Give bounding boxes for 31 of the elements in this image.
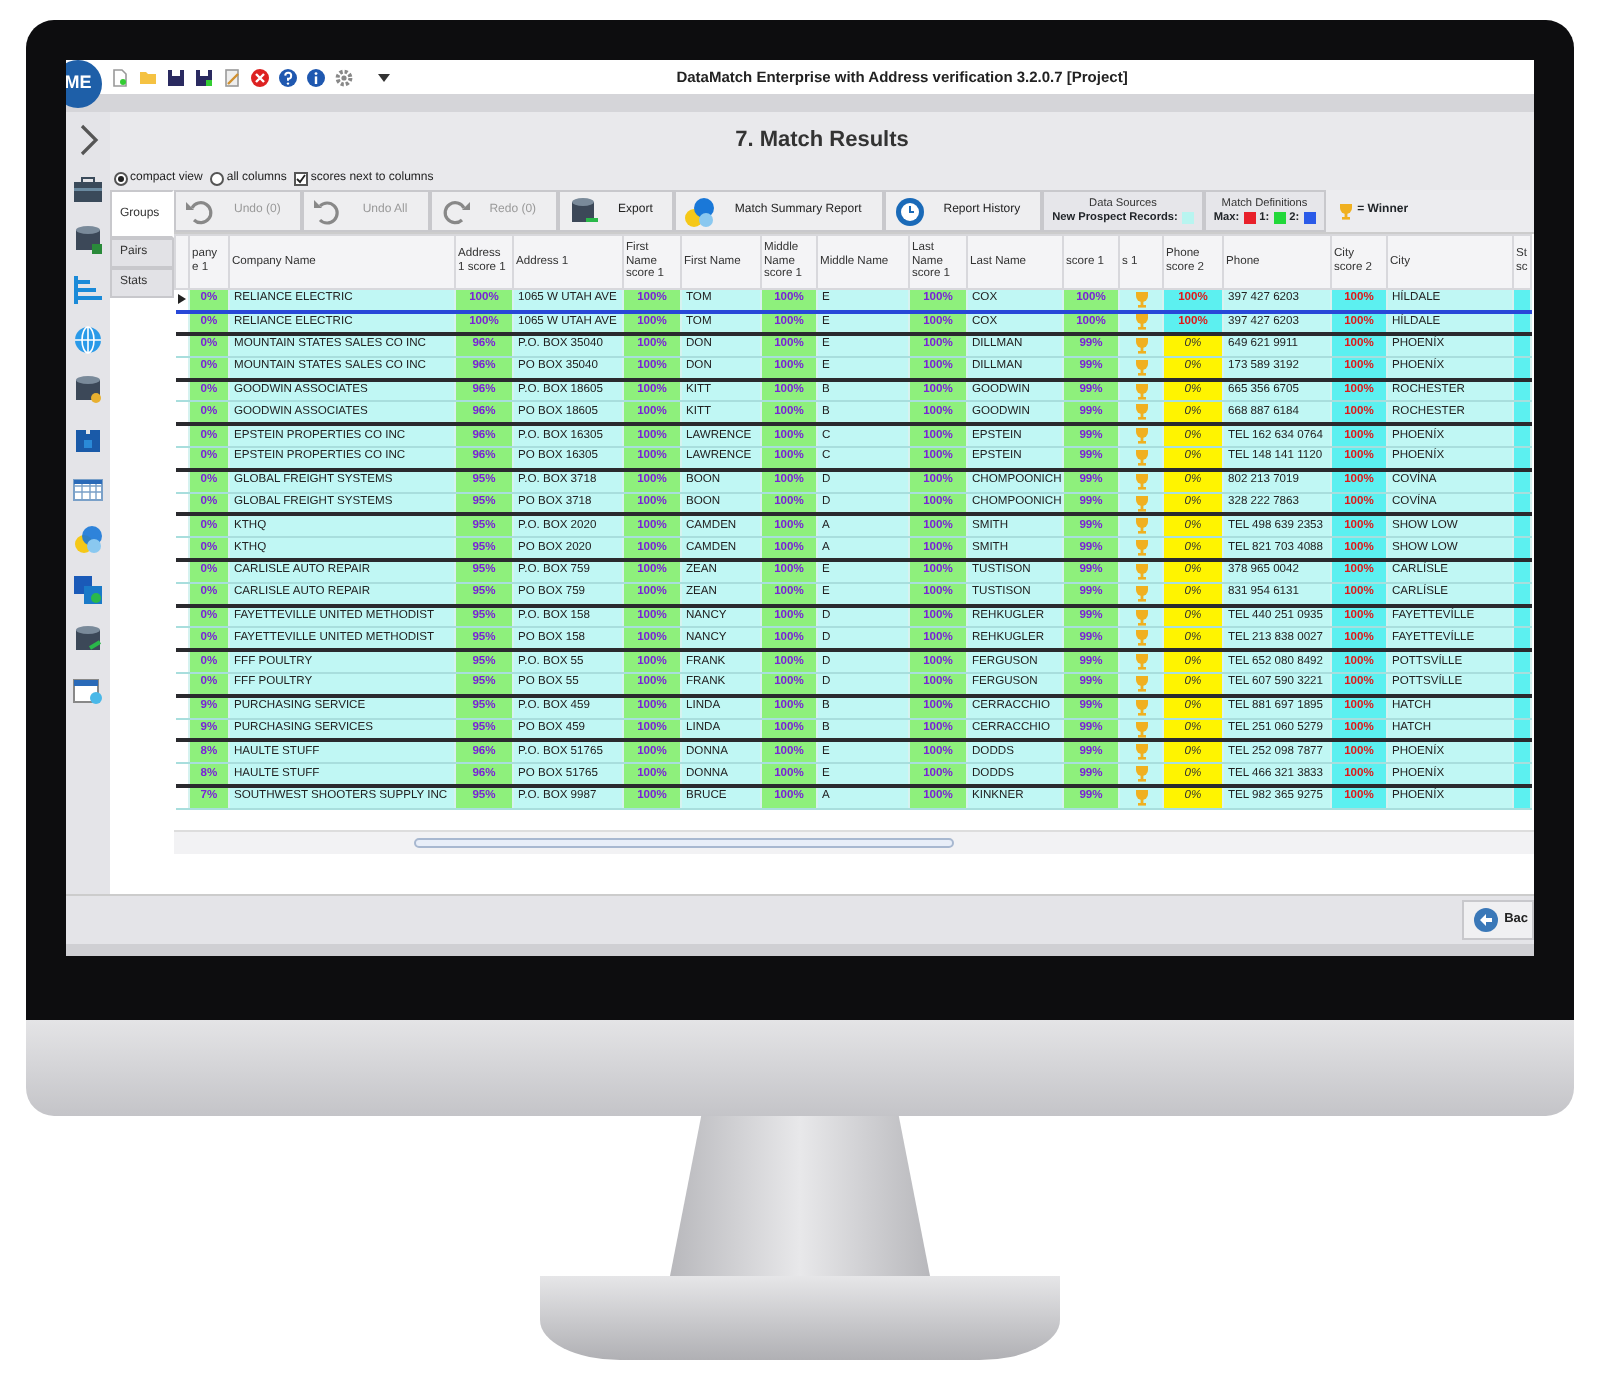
briefcase-icon[interactable] — [72, 174, 104, 206]
undo-icon — [184, 195, 216, 227]
save-icon[interactable] — [166, 67, 186, 87]
chevron-right-icon[interactable] — [76, 124, 100, 156]
app-logo: ME — [66, 60, 102, 107]
edit-icon[interactable] — [222, 67, 242, 87]
close-icon[interactable] — [250, 67, 270, 87]
database-icon[interactable] — [72, 224, 104, 256]
database-export-icon — [568, 195, 601, 227]
trophy-icon — [1337, 203, 1354, 219]
checkmark-icon — [296, 174, 307, 184]
database-icon[interactable] — [72, 374, 104, 406]
database-icon[interactable] — [72, 624, 104, 656]
page-title: 7. Match Results — [735, 125, 909, 156]
circles-icon[interactable] — [72, 524, 104, 556]
clock-icon — [893, 195, 926, 227]
calendar-icon[interactable] — [72, 674, 104, 706]
globe-icon[interactable] — [72, 324, 104, 356]
grid-icon[interactable] — [72, 474, 104, 506]
horizontal-scrollbar[interactable] — [174, 829, 1534, 854]
info-icon[interactable] — [306, 67, 326, 87]
settings-icon[interactable] — [334, 67, 354, 87]
help-icon[interactable] — [278, 67, 298, 87]
left-arrow-icon — [1474, 908, 1499, 932]
redo-icon — [439, 195, 472, 227]
circles-icon — [684, 195, 717, 227]
squares-icon[interactable] — [72, 574, 104, 606]
undo-icon — [312, 195, 345, 227]
save-icon[interactable] — [194, 67, 214, 87]
row-pointer-icon — [177, 294, 186, 305]
bar-chart-icon[interactable] — [72, 274, 104, 306]
